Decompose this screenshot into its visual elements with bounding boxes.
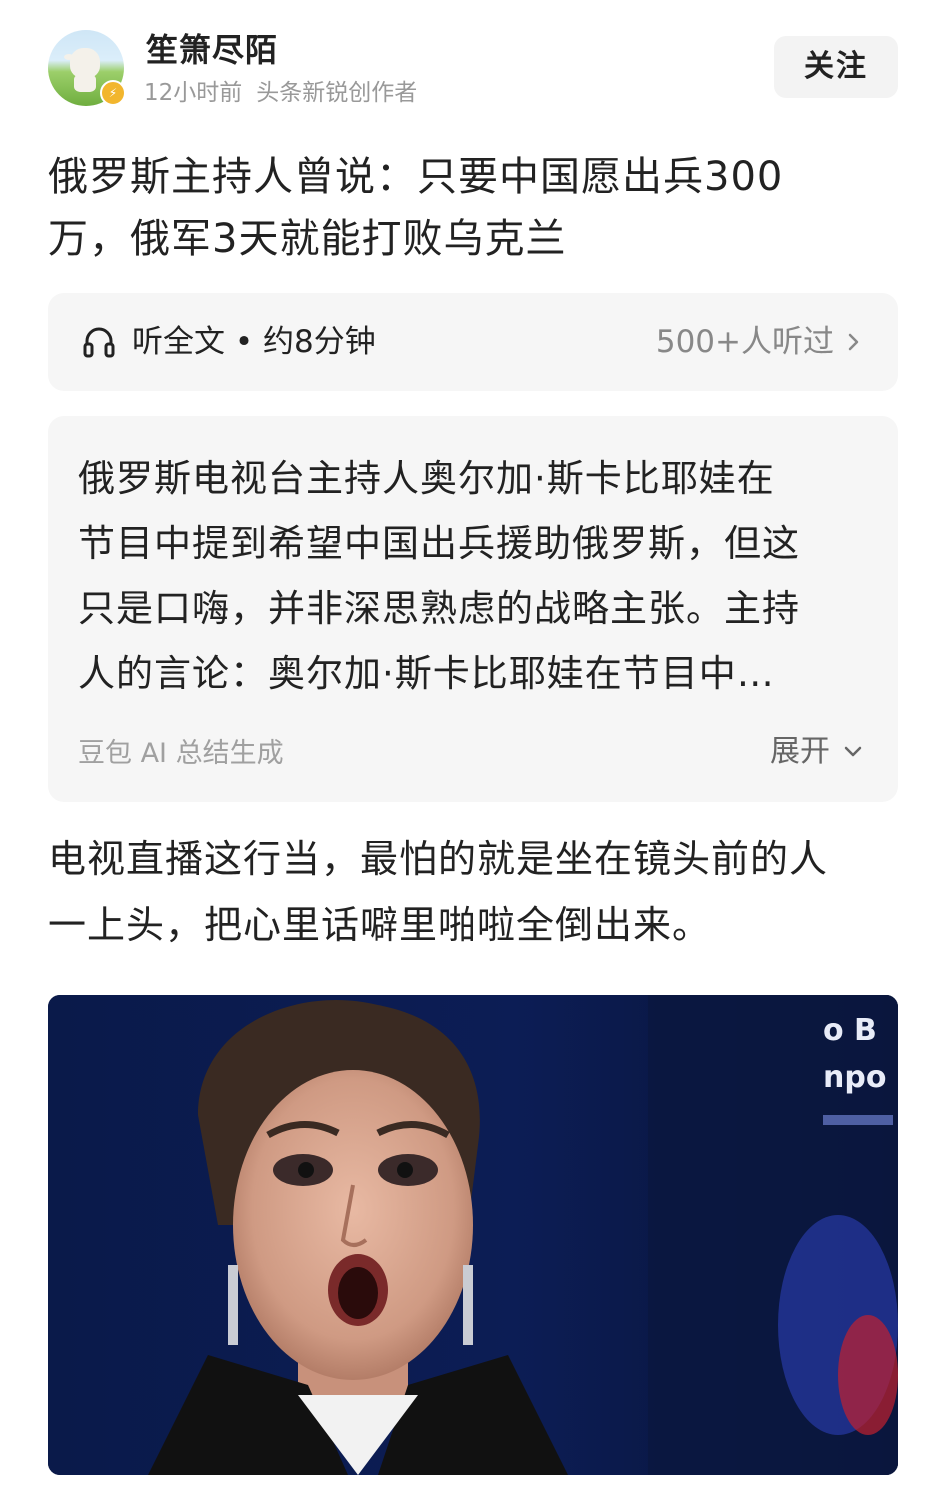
image-overlay-text: npo <box>823 1060 886 1095</box>
body-line: 一上头，把心里话噼里啪啦全倒出来。 <box>48 903 712 947</box>
expand-label: 展开 <box>770 734 830 769</box>
chevron-right-icon <box>848 333 859 351</box>
summary-source: 豆包 AI 总结生成 <box>78 738 284 769</box>
article-image[interactable]: o B npo <box>48 995 898 1475</box>
ai-summary-card: 俄罗斯电视台主持人奥尔加·斯卡比耶娃在 节目中提到希望中国出兵援助俄罗斯，但这 … <box>48 416 898 802</box>
listen-label: 听全文 • 约8分钟 <box>132 324 376 360</box>
listen-count: 500+人听过 <box>655 324 834 360</box>
summary-line: 只是口嗨，并非深思熟虑的战略主张。主持 <box>78 587 800 630</box>
post-time: 12小时前 <box>144 80 243 106</box>
summary-line: 节目中提到希望中国出兵援助俄罗斯，但这 <box>78 522 800 565</box>
article-title-line: 万，俄军3天就能打败乌克兰 <box>48 216 567 262</box>
expand-button[interactable]: 展开 <box>770 732 864 772</box>
image-overlay-text: o B <box>823 1013 877 1048</box>
body-line: 电视直播这行当，最怕的就是坐在镜头前的人 <box>48 837 829 881</box>
listen-full-text-bar[interactable]: 听全文 • 约8分钟 500+人听过 <box>48 293 898 391</box>
summary-line: 俄罗斯电视台主持人奥尔加·斯卡比耶娃在 <box>78 457 775 500</box>
follow-button[interactable]: 关注 <box>774 36 898 98</box>
chevron-down-icon <box>844 746 862 757</box>
author-meta: 12小时前 头条新锐创作者 <box>144 78 431 108</box>
author-header: ⚡ 笙箫尽陌 12小时前 头条新锐创作者 关注 <box>48 30 898 110</box>
author-title: 头条新锐创作者 <box>256 80 418 106</box>
tv-host-photo: o B npo <box>48 995 898 1475</box>
article-body-paragraph: 电视直播这行当，最怕的就是坐在镜头前的人 一上头，把心里话噼里啪啦全倒出来。 <box>48 826 898 958</box>
goat-image <box>64 48 100 92</box>
article-title: 俄罗斯主持人曾说：只要中国愿出兵300 万，俄军3天就能打败乌克兰 <box>48 146 868 270</box>
creator-badge-icon: ⚡ <box>100 80 126 106</box>
summary-line: 人的言论：奥尔加·斯卡比耶娃在节目中… <box>78 652 775 695</box>
author-name[interactable]: 笙箫尽陌 <box>146 30 278 70</box>
summary-text: 俄罗斯电视台主持人奥尔加·斯卡比耶娃在 节目中提到希望中国出兵援助俄罗斯，但这 … <box>78 446 868 706</box>
article-title-line: 俄罗斯主持人曾说：只要中国愿出兵300 <box>48 154 784 200</box>
headphone-icon <box>83 327 115 358</box>
